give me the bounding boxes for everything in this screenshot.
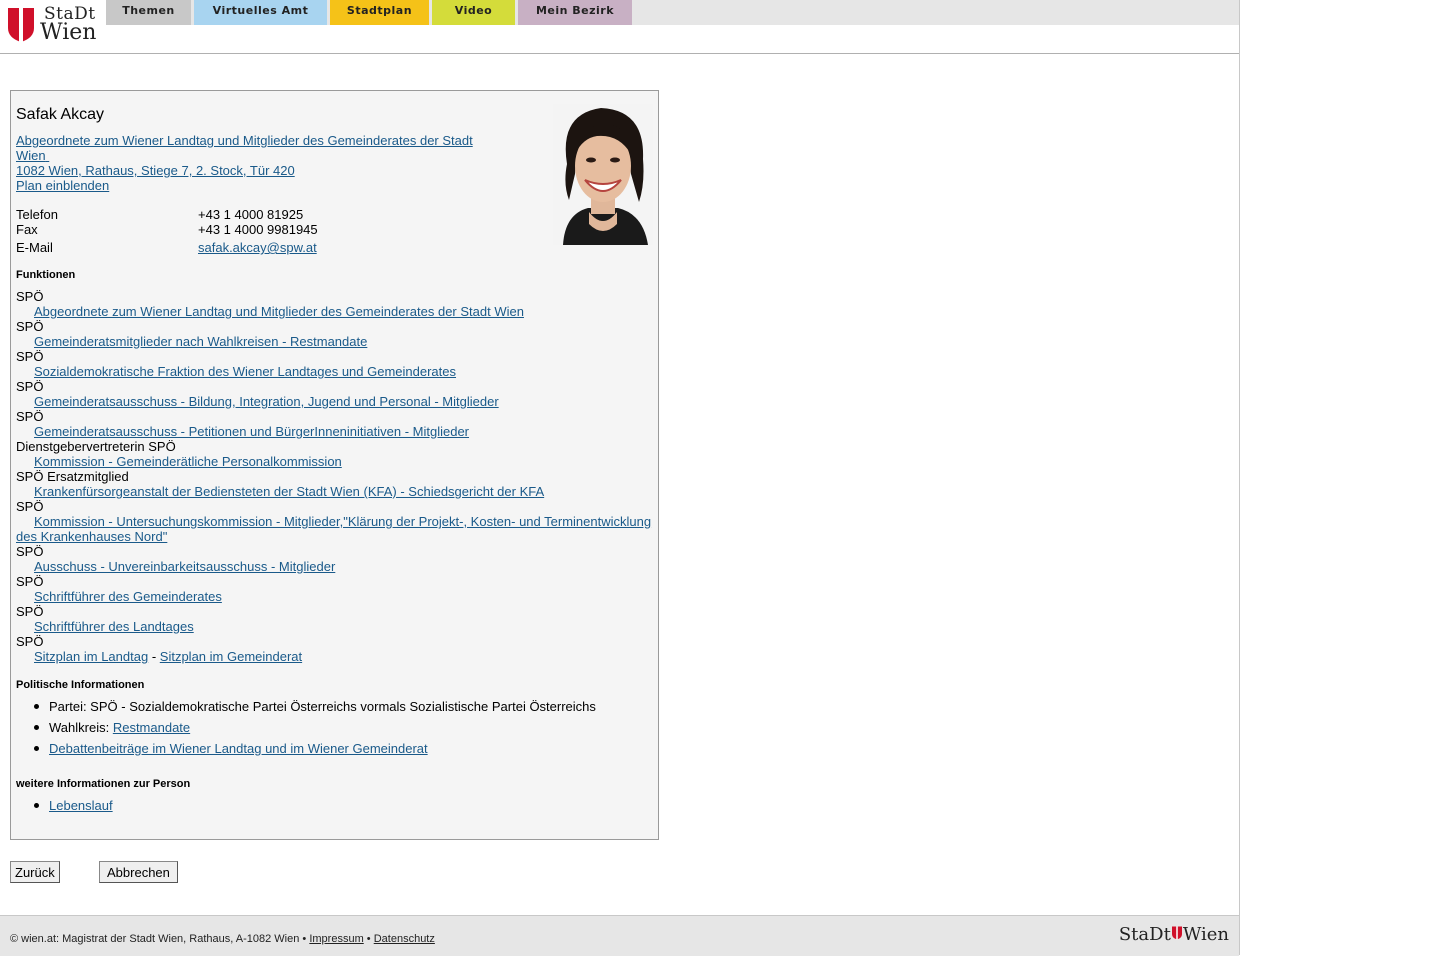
function-item: SPÖ Sozialdemokratische Fraktion des Wien… <box>16 349 656 379</box>
fax-value: +43 1 4000 9981945 <box>198 222 318 237</box>
function-link[interactable]: Schriftführer des Gemeinderates <box>34 589 222 604</box>
cancel-button[interactable]: Abbrechen <box>99 861 178 883</box>
function-link[interactable]: Abgeordnete zum Wiener Landtag und Mitgl… <box>34 304 524 319</box>
telefon-label: Telefon <box>16 207 58 222</box>
function-link[interactable]: Schriftführer des Landtages <box>34 619 194 634</box>
footer-copyright: © wien.at: Magistrat der Stadt Wien, Rat… <box>10 933 307 945</box>
role-link[interactable]: Abgeordnete zum Wiener Landtag und Mitgl… <box>16 133 473 163</box>
debatten-item: Debattenbeiträge im Wiener Landtag und i… <box>16 741 656 756</box>
function-item: SPÖ Gemeinderatsmitglieder nach Wahlkreis… <box>16 319 656 349</box>
function-org: SPÖ Ersatzmitglied <box>16 469 129 484</box>
main-navigation: Themen Virtuelles Amt Stadtplan Video Me… <box>106 0 1239 25</box>
tab-video[interactable]: Video <box>432 0 515 25</box>
tab-mein-bezirk[interactable]: Mein Bezirk <box>518 0 632 25</box>
function-org: SPÖ <box>16 604 44 619</box>
footer-text: © wien.at: Magistrat der Stadt Wien, Rat… <box>10 933 435 945</box>
function-org: SPÖ <box>16 574 44 589</box>
role-line-1: Abgeordnete zum Wiener Landtag und Mitgl… <box>16 133 473 148</box>
function-link[interactable]: Kommission - Untersuchungskommission - M… <box>16 514 651 544</box>
function-item: SPÖ Gemeinderatsausschuss - Petitionen un… <box>16 409 656 439</box>
restmandate-link[interactable]: Restmandate <box>113 720 190 735</box>
politische-informationen-heading: Politische Informationen <box>16 679 145 691</box>
function-item: Dienstgebervertreterin SPÖ Kommission - G… <box>16 439 656 469</box>
stadt-wien-logo[interactable]: StaDt Wien <box>6 4 106 45</box>
function-org: Dienstgebervertreterin SPÖ <box>16 439 176 454</box>
function-org: SPÖ <box>16 319 44 334</box>
footer-logo-stadt: StaDt <box>1118 924 1171 945</box>
lebenslauf-item: Lebenslauf <box>16 798 656 813</box>
footer-logo-wien: Wien <box>1182 924 1229 945</box>
function-org: SPÖ <box>16 544 44 559</box>
sitzplan-gemeinderat-link[interactable]: Sitzplan im Gemeinderat <box>160 649 302 664</box>
function-item: SPÖ Ersatzmitglied Krankenfürsorgeanstalt… <box>16 469 656 499</box>
sitzplan-separator: - <box>151 649 157 664</box>
telefon-value: +43 1 4000 81925 <box>198 207 304 222</box>
function-item: SPÖ Sitzplan im Landtag - Sitzplan im Gem… <box>16 634 656 664</box>
plan-einblenden-link[interactable]: Plan einblenden <box>16 178 109 193</box>
email-label: E-Mail <box>16 240 53 255</box>
function-link[interactable]: Gemeinderatsmitglieder nach Wahlkreisen … <box>34 334 367 349</box>
wahlkreis-label: Wahlkreis: <box>49 720 110 735</box>
function-link[interactable]: Gemeinderatsausschuss - Bildung, Integra… <box>34 394 499 409</box>
person-photo <box>553 104 653 245</box>
datenschutz-link[interactable]: Datenschutz <box>374 933 435 945</box>
debattenbeitraege-link[interactable]: Debattenbeiträge im Wiener Landtag und i… <box>49 741 428 756</box>
role-line-2: Wien <box>16 148 46 163</box>
person-name: Safak Akcay <box>16 106 105 123</box>
function-link[interactable]: Gemeinderatsausschuss - Petitionen und B… <box>34 424 469 439</box>
partei-item: Partei: SPÖ - Sozialdemokratische Partei… <box>16 699 656 714</box>
function-item: SPÖ Gemeinderatsausschuss - Bildung, Inte… <box>16 379 656 409</box>
person-card: Safak Akcay Abgeordnete zum Wiener Landt… <box>10 90 659 840</box>
address-link[interactable]: 1082 Wien, Rathaus, Stiege 7, 2. Stock, … <box>16 163 295 178</box>
footer-logo[interactable]: StaDt Wien <box>1119 924 1229 945</box>
tab-stadtplan[interactable]: Stadtplan <box>330 0 429 25</box>
function-org: SPÖ <box>16 349 44 364</box>
function-item: SPÖ Kommission - Untersuchungskommission … <box>16 499 656 544</box>
function-link[interactable]: Kommission - Gemeinderätliche Personalko… <box>34 454 342 469</box>
functions-list: SPÖ Abgeordnete zum Wiener Landtag und Mi… <box>16 289 656 664</box>
function-link[interactable]: Sozialdemokratische Fraktion des Wiener … <box>34 364 456 379</box>
footer-separator: • <box>366 933 371 945</box>
portrait-image <box>553 104 653 245</box>
back-button[interactable]: Zurück <box>10 861 60 883</box>
footer-shield-icon <box>1171 926 1182 940</box>
impressum-link[interactable]: Impressum <box>309 933 363 945</box>
function-org: SPÖ <box>16 409 44 424</box>
tab-virtuelles-amt[interactable]: Virtuelles Amt <box>194 0 327 25</box>
function-item: SPÖ Schriftführer des Landtages <box>16 604 656 634</box>
function-item: SPÖ Schriftführer des Gemeinderates <box>16 574 656 604</box>
function-item: SPÖ Ausschuss - Unvereinbarkeitsausschuss… <box>16 544 656 574</box>
politics-list: Partei: SPÖ - Sozialdemokratische Partei… <box>16 699 656 762</box>
more-list: Lebenslauf <box>16 798 656 819</box>
email-link[interactable]: safak.akcay@spw.at <box>198 240 317 255</box>
tab-themen[interactable]: Themen <box>106 0 191 25</box>
vienna-shield-icon <box>8 8 34 42</box>
page: StaDt Wien Themen Virtuelles Amt Stadtpl… <box>0 0 1240 956</box>
fax-label: Fax <box>16 222 38 237</box>
logo-text-wien: Wien <box>40 20 97 45</box>
lebenslauf-link[interactable]: Lebenslauf <box>49 798 113 813</box>
site-header: StaDt Wien Themen Virtuelles Amt Stadtpl… <box>0 0 1239 54</box>
function-org: SPÖ <box>16 289 44 304</box>
function-item: SPÖ Abgeordnete zum Wiener Landtag und Mi… <box>16 289 656 319</box>
weitere-informationen-heading: weitere Informationen zur Person <box>16 778 191 790</box>
function-org: SPÖ <box>16 634 44 649</box>
function-org: SPÖ <box>16 379 44 394</box>
sitzplan-landtag-link[interactable]: Sitzplan im Landtag <box>34 649 148 664</box>
function-link[interactable]: Ausschuss - Unvereinbarkeitsausschuss - … <box>34 559 335 574</box>
site-footer: © wien.at: Magistrat der Stadt Wien, Rat… <box>0 915 1239 956</box>
function-org: SPÖ <box>16 499 44 514</box>
wahlkreis-item: Wahlkreis: Restmandate <box>16 720 656 735</box>
function-link[interactable]: Krankenfürsorgeanstalt der Bediensteten … <box>34 484 544 499</box>
funktionen-heading: Funktionen <box>16 269 76 281</box>
